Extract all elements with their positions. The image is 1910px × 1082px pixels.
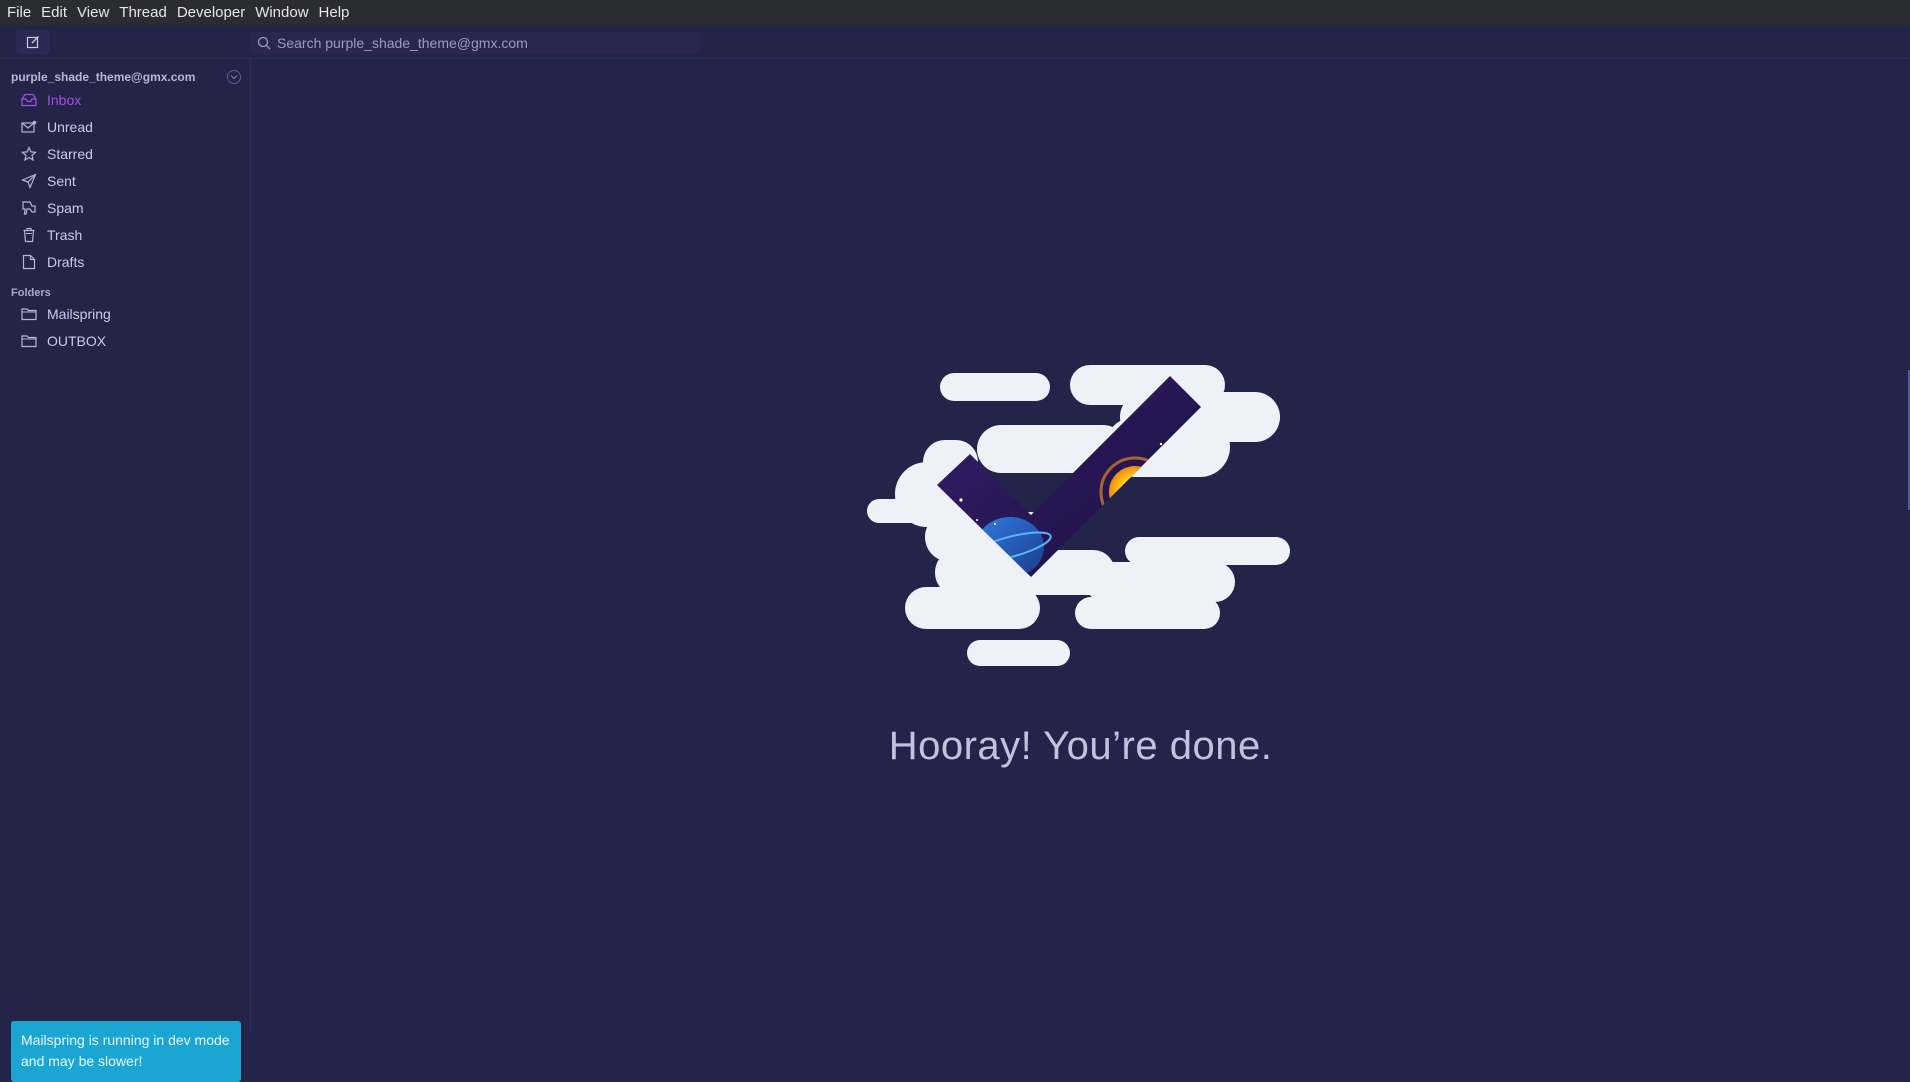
menu-file[interactable]: File	[2, 0, 36, 25]
sidebar-item-label: Unread	[47, 118, 93, 135]
sidebar-item-spam[interactable]: Spam	[0, 194, 250, 221]
chevron-down-icon	[230, 75, 238, 80]
folders-section-title: Folders	[11, 287, 51, 299]
sidebar: purple_shade_theme@gmx.com Inbox Unread …	[0, 59, 251, 1082]
compose-icon	[26, 36, 39, 49]
menu-bar: File Edit View Thread Developer Window H…	[0, 0, 1910, 25]
menu-thread[interactable]: Thread	[114, 0, 172, 25]
star-icon	[20, 145, 38, 163]
inbox-zero-illustration	[867, 365, 1290, 666]
sidebar-item-mailspring[interactable]: Mailspring	[0, 300, 250, 327]
account-collapse-toggle[interactable]	[227, 70, 241, 84]
folder-icon	[20, 305, 38, 323]
unread-icon	[20, 118, 38, 136]
sidebar-item-sent[interactable]: Sent	[0, 167, 250, 194]
menu-help[interactable]: Help	[314, 0, 355, 25]
trash-icon	[20, 226, 38, 244]
sidebar-item-label: Starred	[47, 145, 93, 162]
menu-window[interactable]: Window	[250, 0, 313, 25]
account-name: purple_shade_theme@gmx.com	[11, 70, 196, 84]
search-icon	[253, 32, 275, 54]
sidebar-item-outbox[interactable]: OUTBOX	[0, 327, 250, 354]
sidebar-item-label: Sent	[47, 172, 76, 189]
sidebar-item-trash[interactable]: Trash	[0, 221, 250, 248]
search-bar[interactable]	[250, 32, 700, 54]
folder-icon	[20, 332, 38, 350]
sidebar-item-label: Inbox	[47, 91, 82, 108]
sidebar-item-label: Trash	[47, 226, 83, 243]
menu-view[interactable]: View	[72, 0, 114, 25]
folder-list: Mailspring OUTBOX	[0, 300, 250, 354]
sidebar-item-inbox[interactable]: Inbox	[0, 86, 250, 113]
inbox-icon	[20, 91, 38, 109]
empty-state-message: Hooray! You’re done.	[888, 724, 1273, 768]
sidebar-item-starred[interactable]: Starred	[0, 140, 250, 167]
sidebar-item-drafts[interactable]: Drafts	[0, 248, 250, 275]
toolbar	[0, 25, 1910, 59]
search-input[interactable]	[275, 35, 675, 51]
spam-icon	[20, 199, 38, 217]
thread-list-empty-state: Hooray! You’re done.	[251, 59, 1910, 1034]
sidebar-item-label: OUTBOX	[47, 332, 107, 349]
devmode-notice[interactable]: Mailspring is running in dev mode and ma…	[11, 1021, 241, 1082]
menu-edit[interactable]: Edit	[36, 0, 72, 25]
sidebar-item-label: Spam	[47, 199, 84, 216]
menu-developer[interactable]: Developer	[172, 0, 250, 25]
sidebar-item-label: Drafts	[47, 253, 85, 270]
account-header: purple_shade_theme@gmx.com	[11, 69, 241, 85]
sidebar-item-unread[interactable]: Unread	[0, 113, 250, 140]
drafts-icon	[20, 253, 38, 271]
sidebar-item-label: Mailspring	[47, 305, 111, 322]
mailbox-list: Inbox Unread Starred Sent Spam Trash Dra…	[0, 86, 250, 275]
compose-button[interactable]	[16, 30, 50, 54]
sent-icon	[20, 172, 38, 190]
